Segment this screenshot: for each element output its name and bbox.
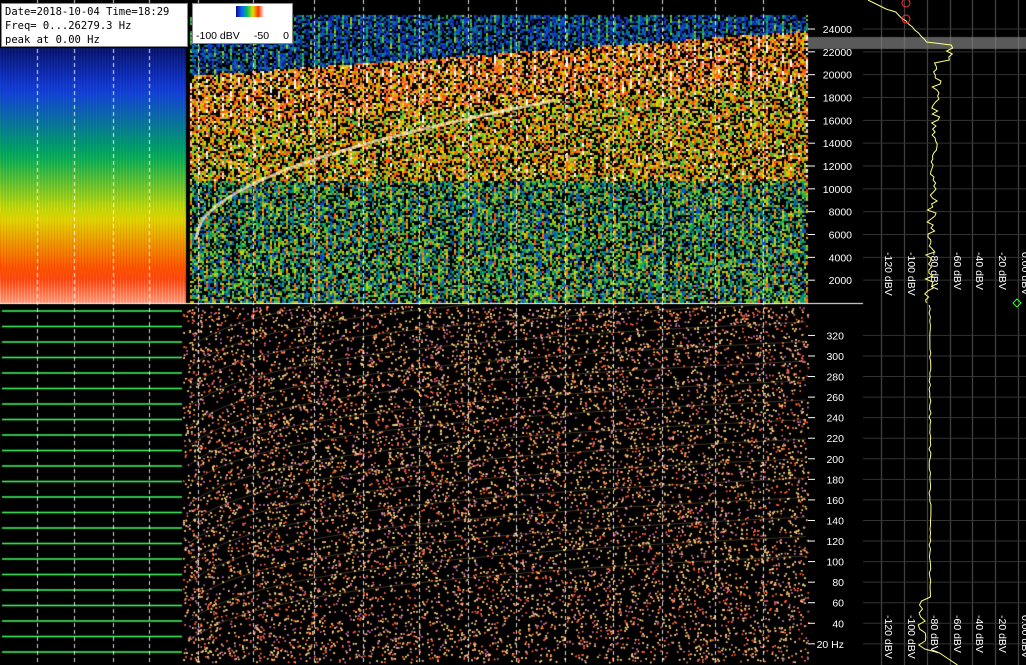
lowfreq-tick-label: 220 xyxy=(826,433,844,445)
level-axis-label: -60 dBV xyxy=(951,252,963,290)
bottom-level-axis: -120 dBV -100 dBV -80 dBV -60 dBV -40 dBV -20… xyxy=(882,615,1026,659)
spectrum-tick-label: 18000 xyxy=(823,93,852,105)
spectrum-overlay: 24000 22000 20000 18000 16000 14000 12000 10000… xyxy=(808,0,1026,665)
lowfreq-tick-label: 280 xyxy=(826,372,844,384)
spectrum-tick-label: 4000 xyxy=(829,252,853,264)
level-traces xyxy=(867,0,1022,665)
level-axis-label: -40 dBV xyxy=(973,252,985,290)
peak-marker xyxy=(901,0,911,8)
level-axis-label: -40 dBV xyxy=(973,615,985,653)
colorbar-mid-label: -50 xyxy=(253,30,270,42)
lowfreq-tick-label: 60 xyxy=(832,598,844,610)
colorbar-min-label: -100 dBV xyxy=(196,30,240,42)
lowfreq-tick-label: 120 xyxy=(826,536,844,548)
level-axis-label: -20 dBV xyxy=(996,615,1008,653)
info-panel: Date=2018-10-04 Time=18:29 Freq= 0...262… xyxy=(1,3,188,47)
level-axis-label: -20 dBV xyxy=(996,252,1008,290)
lowfreq-tick-label: 160 xyxy=(826,495,844,507)
spectrum-frequency-axis: 24000 22000 20000 18000 16000 14000 12000 10000… xyxy=(808,24,1026,287)
level-axis-label: -100 dBV xyxy=(905,252,917,296)
lowfreq-tick-label: 100 xyxy=(826,557,844,569)
level-axis-label: 0.00 dBV xyxy=(1019,252,1026,295)
level-axis-label: -60 dBV xyxy=(951,615,963,653)
level-axis-label: -120 dBV xyxy=(882,252,894,296)
lowfreq-tick-label: 260 xyxy=(826,392,844,404)
peak-label: peak at 0.00 Hz xyxy=(5,34,100,46)
colorbar-legend: -100 dBV -50 0 xyxy=(192,3,293,44)
lowfreq-frequency-axis: 320 300 280 260 240 220 200 180 160 140 120 100 80 60… xyxy=(808,330,1026,651)
spectrum-tick-label: 10000 xyxy=(823,184,852,196)
lowfreq-tick-label: 240 xyxy=(826,413,844,425)
level-axis-label: 0.00 dBV xyxy=(1019,615,1026,658)
lowfreq-tick-label: 140 xyxy=(826,515,844,527)
level-axis-label: -80 dBV xyxy=(928,615,940,653)
spectrum-tick-label: 12000 xyxy=(823,161,852,173)
lowfreq-tick-label: 180 xyxy=(826,474,844,486)
colorbar-gradient xyxy=(236,6,264,17)
lowfreq-tick-label: 300 xyxy=(826,351,844,363)
lowfreq-tick-label: 200 xyxy=(826,454,844,466)
lowfreq-tick-label: 40 xyxy=(832,618,844,630)
lowfreq-tick-label: 80 xyxy=(832,577,844,589)
spectrum-tick-label: 8000 xyxy=(829,207,853,219)
top-level-axis: -120 dBV -100 dBV -80 dBV -60 dBV -40 dBV -20… xyxy=(882,252,1026,296)
spectrum-tick-label: 6000 xyxy=(829,230,853,242)
lowfreq-tick-label: 320 xyxy=(826,330,844,342)
spectrum-tick-label: 22000 xyxy=(823,47,852,59)
date-time-label: Date=2018-10-04 Time=18:29 xyxy=(5,6,170,18)
spectrum-tick-label: 24000 xyxy=(823,24,852,36)
level-marker xyxy=(1012,298,1022,308)
lowfreq-tick-label: 20 Hz xyxy=(817,639,844,651)
spectrum-tick-label: 14000 xyxy=(823,138,852,150)
spectrum-tick-label: 16000 xyxy=(823,115,852,127)
colorbar-max-label: 0 xyxy=(283,30,289,42)
spectrum-tick-label: 2000 xyxy=(829,275,853,287)
level-axis-label: -100 dBV xyxy=(905,615,917,659)
level-axis-label: -120 dBV xyxy=(882,615,894,659)
spectrum-tick-label: 20000 xyxy=(823,70,852,82)
frequency-range-label: Freq= 0...26279.3 Hz xyxy=(5,20,132,32)
lowfreq-level-trace xyxy=(917,304,958,665)
